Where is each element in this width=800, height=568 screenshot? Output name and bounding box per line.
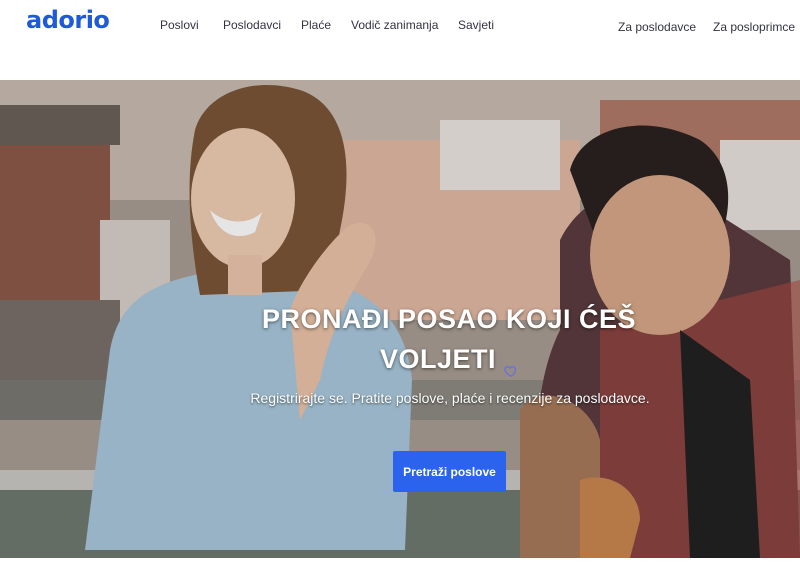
nav-item-place[interactable]: Plaće (301, 18, 331, 32)
nav-item-vodic-zanimanja[interactable]: Vodič zanimanja (351, 18, 438, 32)
site-header: adorio Poslovi Poslodavci Plaće Vodič za… (0, 0, 800, 80)
nav-item-za-posloprimce[interactable]: Za posloprimce (713, 20, 795, 34)
nav-item-za-poslodavce[interactable]: Za poslodavce (618, 20, 696, 34)
hero-section: PRONAĐI POSAO KOJI ĆEŠ VOLJETI Registrir… (0, 80, 800, 558)
brand-logo[interactable]: adorio (26, 6, 110, 34)
nav-item-savjeti[interactable]: Savjeti (458, 18, 494, 32)
hero-title-line2: VOLJETI (0, 344, 800, 377)
nav-item-poslovi[interactable]: Poslovi (160, 18, 199, 32)
heart-outline-icon (504, 354, 518, 377)
search-jobs-button[interactable]: Pretraži poslove (393, 451, 506, 492)
page-bottom-strip (0, 558, 800, 568)
hero-title-line2-text: VOLJETI (379, 344, 497, 374)
hero-title-line1: PRONAĐI POSAO KOJI ĆEŠ (261, 304, 637, 334)
nav-item-poslodavci[interactable]: Poslodavci (223, 18, 281, 32)
hero-subtitle: Registrirajte se. Pratite poslove, plaće… (250, 390, 650, 406)
